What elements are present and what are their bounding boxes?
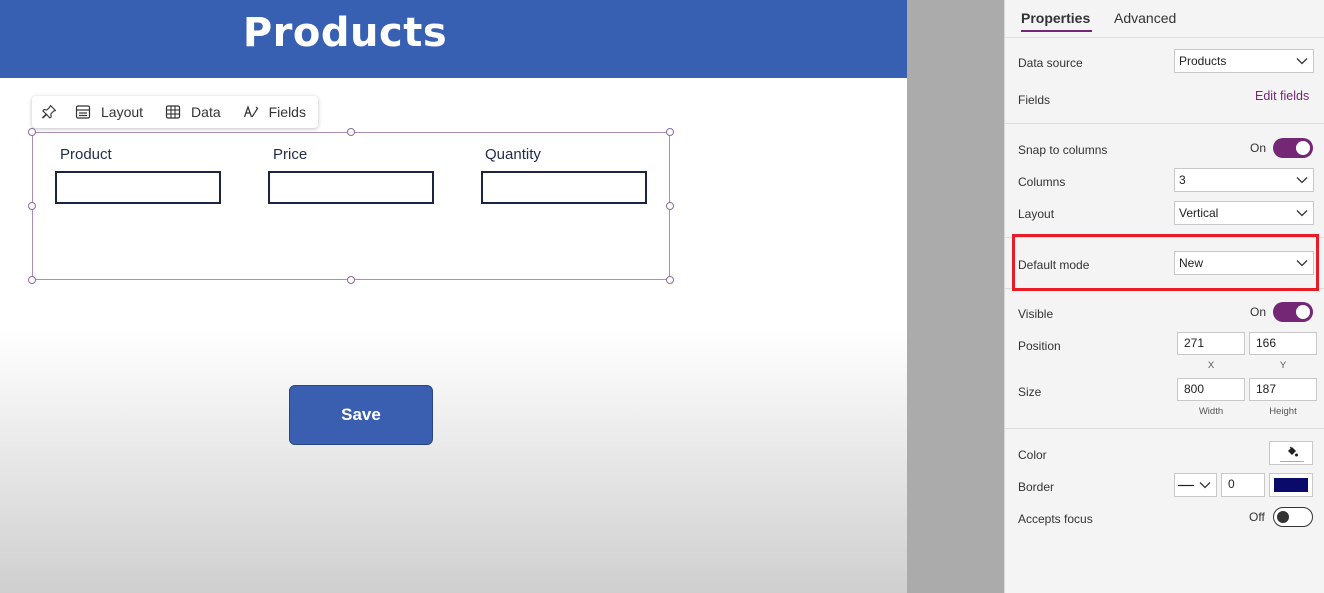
fields-label: Fields [268, 104, 306, 120]
columns-select[interactable]: 3 [1174, 168, 1314, 192]
form-toolbar: Layout Data Fields [32, 96, 318, 128]
app-canvas: Products Layout Data Fields Product Pric… [0, 0, 907, 593]
border-style-select[interactable] [1174, 473, 1217, 497]
resize-handle-bottom[interactable] [347, 276, 355, 284]
accepts-focus-state-label: Off [1249, 510, 1265, 524]
size-width-caption: Width [1198, 406, 1224, 417]
visible-state-label: On [1250, 305, 1267, 319]
data-label: Data [191, 104, 221, 120]
snap-to-columns-toggle[interactable] [1273, 138, 1313, 158]
layout-label: Layout [101, 104, 144, 120]
price-label: Price [273, 146, 308, 163]
fill-color-button[interactable] [1269, 441, 1313, 465]
position-x-caption: X [1207, 360, 1215, 371]
resize-handle-top-right[interactable] [666, 128, 674, 136]
divider [1005, 123, 1324, 124]
data-source-label: Data source [1018, 56, 1083, 70]
app-title[interactable]: Products [0, 10, 690, 56]
layout-prop-label: Layout [1018, 207, 1055, 221]
border-color-swatch [1274, 478, 1308, 492]
snap-to-columns-label: Snap to columns [1018, 143, 1108, 157]
layout-select[interactable]: Vertical [1174, 201, 1314, 225]
fields-icon [243, 105, 259, 118]
chevron-down-icon [1296, 210, 1308, 217]
chevron-down-icon [1296, 177, 1308, 184]
paint-bucket-icon [1288, 446, 1298, 457]
resize-handle-right[interactable] [666, 202, 674, 210]
border-label: Border [1018, 480, 1055, 494]
data-button[interactable]: Data [165, 104, 221, 120]
resize-handle-top-left[interactable] [28, 128, 36, 136]
resize-handle-bottom-left[interactable] [28, 276, 36, 284]
divider [1005, 428, 1324, 429]
quantity-label: Quantity [485, 146, 541, 163]
line-style-icon [1178, 484, 1194, 487]
app-header: Products [0, 0, 907, 78]
properties-panel: Properties Advanced Data source Products… [1004, 0, 1324, 593]
position-label: Position [1018, 339, 1061, 353]
data-source-select[interactable]: Products [1174, 49, 1314, 73]
color-label: Color [1018, 448, 1047, 462]
product-label: Product [60, 146, 112, 163]
chevron-down-icon [1296, 58, 1308, 65]
resize-handle-top[interactable] [347, 128, 355, 136]
resize-handle-bottom-right[interactable] [666, 276, 674, 284]
size-height-input[interactable]: 187 [1249, 378, 1317, 401]
layout-icon [75, 105, 91, 119]
border-thickness-input[interactable]: 0 [1221, 473, 1265, 497]
tab-properties[interactable]: Properties [1021, 10, 1093, 32]
layout-button[interactable]: Layout [75, 104, 143, 120]
data-source-value: Products [1179, 54, 1227, 68]
properties-tabs: Properties Advanced [1005, 0, 1324, 38]
visible-label: Visible [1018, 307, 1054, 321]
visible-toggle[interactable] [1273, 302, 1313, 322]
edit-form[interactable]: Product Price Quantity [28, 128, 674, 284]
edit-fields-link[interactable]: Edit fields [1255, 89, 1309, 103]
size-label: Size [1018, 385, 1042, 399]
fields-prop-label: Fields [1018, 93, 1051, 107]
position-x-input[interactable]: 271 [1177, 332, 1245, 355]
price-input[interactable] [268, 171, 434, 204]
snap-state-label: On [1250, 141, 1267, 155]
resize-handle-left[interactable] [28, 202, 36, 210]
border-color-button[interactable] [1269, 473, 1313, 497]
table-icon [165, 105, 181, 119]
pin-icon[interactable] [41, 104, 57, 120]
columns-value: 3 [1179, 173, 1186, 187]
chevron-down-icon [1199, 482, 1211, 489]
size-width-input[interactable]: 800 [1177, 378, 1245, 401]
position-y-input[interactable]: 166 [1249, 332, 1317, 355]
accepts-focus-label: Accepts focus [1018, 512, 1093, 526]
columns-label: Columns [1018, 175, 1066, 189]
product-input[interactable] [55, 171, 221, 204]
position-y-caption: Y [1279, 360, 1287, 371]
save-button[interactable]: Save [289, 385, 433, 445]
quantity-input[interactable] [481, 171, 647, 204]
accepts-focus-toggle[interactable] [1273, 507, 1313, 527]
tab-advanced[interactable]: Advanced [1114, 10, 1176, 26]
highlight-annotation [1012, 234, 1319, 291]
canvas-gutter [907, 0, 1004, 593]
size-height-caption: Height [1269, 406, 1297, 417]
fields-button[interactable]: Fields [243, 104, 306, 120]
layout-value: Vertical [1179, 206, 1219, 220]
